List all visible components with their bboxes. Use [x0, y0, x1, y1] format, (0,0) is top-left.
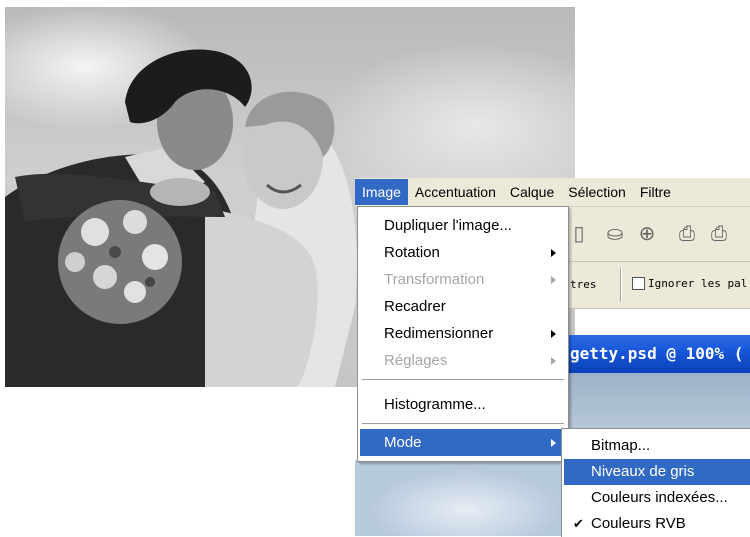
menu-item-mode[interactable]: Mode: [360, 429, 566, 456]
checkmark-icon: ✔: [573, 516, 584, 531]
menu-bar: Image Accentuation Calque Sélection Filt…: [355, 178, 750, 207]
options-bar: tres Ignorer les pal: [568, 262, 750, 309]
ignore-palettes-label: Ignorer les pal: [648, 277, 748, 290]
stamp-icon[interactable]: ⛀: [602, 221, 628, 247]
submenu-item-couleurs-indexees[interactable]: Couleurs indexées...: [564, 485, 750, 511]
menu-item-label: Dupliquer l'image...: [384, 217, 512, 234]
ignore-palettes-checkbox[interactable]: [632, 277, 645, 290]
menu-item-redimensionner[interactable]: Redimensionner: [360, 320, 566, 347]
submenu-arrow-icon: [551, 357, 556, 365]
menu-item-transformation: Transformation: [360, 266, 566, 293]
menu-item-label: Recadrer: [384, 298, 446, 315]
submenu-arrow-icon: [551, 330, 556, 338]
menu-item-label: Histogramme...: [384, 396, 486, 413]
menu-item-dupliquer[interactable]: Dupliquer l'image...: [360, 212, 566, 239]
printer2-icon[interactable]: ⎙: [706, 221, 732, 247]
submenu-item-label: Couleurs indexées...: [591, 489, 728, 506]
submenu-arrow-icon: [551, 439, 556, 447]
magnify-icon[interactable]: ⊕: [634, 221, 660, 247]
menu-item-label: Transformation: [384, 271, 485, 288]
menu-item-label: Rotation: [384, 244, 440, 261]
menu-filtre[interactable]: Filtre: [633, 179, 678, 205]
submenu-arrow-icon: [551, 276, 556, 284]
menu-selection[interactable]: Sélection: [561, 179, 633, 205]
document-canvas: [568, 373, 750, 433]
document-canvas-lower: [355, 460, 565, 536]
document-titlebar[interactable]: getty.psd @ 100% (: [568, 335, 750, 373]
submenu-item-bitmap[interactable]: Bitmap...: [564, 433, 750, 459]
submenu-item-couleurs-rvb[interactable]: ✔ Couleurs RVB: [564, 511, 750, 537]
menu-item-recadrer[interactable]: Recadrer: [360, 293, 566, 320]
printer-icon[interactable]: ⎙: [674, 221, 700, 247]
menu-separator: [362, 423, 564, 425]
submenu-item-label: Niveaux de gris: [591, 463, 695, 480]
submenu-item-niveaux-de-gris[interactable]: Niveaux de gris: [564, 459, 750, 485]
submenu-item-label: Couleurs RVB: [591, 515, 686, 532]
menu-item-rotation[interactable]: Rotation: [360, 239, 566, 266]
mode-submenu: Bitmap... Niveaux de gris Couleurs index…: [561, 428, 750, 537]
menu-item-histogramme[interactable]: Histogramme...: [360, 391, 566, 418]
doc-icon[interactable]: ▯: [566, 221, 592, 247]
menu-item-label: Mode: [384, 434, 422, 451]
submenu-arrow-icon: [551, 249, 556, 257]
menu-accentuation[interactable]: Accentuation: [408, 179, 503, 205]
menu-item-label: Réglages: [384, 352, 448, 369]
menu-image[interactable]: Image: [355, 179, 408, 205]
document-title: getty.psd @ 100% (: [570, 344, 744, 363]
menu-item-label: Redimensionner: [384, 325, 494, 342]
toolbar: ▯ ⛀ ⊕ ⎙ ⎙: [568, 207, 750, 262]
options-separator: [620, 268, 622, 302]
image-menu: Dupliquer l'image... Rotation Transforma…: [357, 206, 569, 462]
options-partial-label: tres: [570, 278, 597, 291]
submenu-item-label: Bitmap...: [591, 437, 651, 454]
menu-calque[interactable]: Calque: [503, 179, 561, 205]
menu-item-reglages: Réglages: [360, 347, 566, 374]
menu-separator: [362, 379, 564, 381]
